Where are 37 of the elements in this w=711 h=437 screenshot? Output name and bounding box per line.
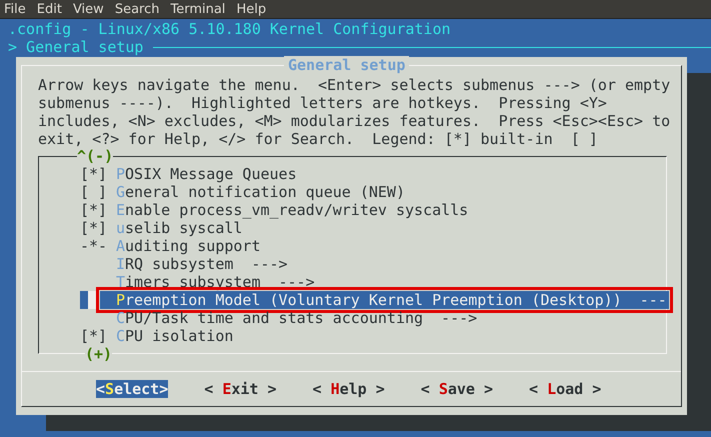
- scroll-up-indicator: ^(-): [77, 147, 114, 165]
- item-prefix: -*-: [80, 237, 108, 255]
- dialog-button[interactable]: < Load >: [529, 380, 602, 398]
- menu-entry[interactable]: CPU/Task time and stats accounting --->: [116, 309, 478, 327]
- menu-item[interactable]: Edit: [36, 2, 62, 16]
- menu-item[interactable]: Help: [236, 2, 266, 16]
- dialog-button[interactable]: < Save >: [420, 380, 493, 398]
- item-prefix: [*]: [80, 165, 108, 183]
- dialog-button[interactable]: <Select>: [96, 380, 168, 398]
- menu-entry[interactable]: POSIX Message Queues: [116, 165, 297, 183]
- menu-entry[interactable]: uselib syscall: [116, 219, 242, 237]
- menu-item[interactable]: File: [4, 2, 26, 16]
- dialog-title: General setup: [284, 56, 410, 74]
- item-prefix: [ ]: [80, 183, 108, 201]
- dialog-button[interactable]: < Exit >: [204, 380, 276, 398]
- menu-entry[interactable]: Enable process_vm_readv/writev syscalls: [116, 201, 468, 219]
- menu-item[interactable]: View: [72, 2, 104, 16]
- dialog-button[interactable]: < Help >: [312, 380, 385, 398]
- scroll-down-indicator: (+): [85, 345, 112, 363]
- menu-entry[interactable]: Preemption Model (Voluntary Kernel Preemption (Desktop)) ---: [100, 291, 669, 309]
- menu-entry[interactable]: Timers subsystem --->: [116, 273, 315, 291]
- menu-item[interactable]: Terminal: [170, 2, 226, 16]
- menu-entry[interactable]: General notification queue (NEW): [116, 183, 405, 201]
- menu-entry[interactable]: CPU isolation: [116, 327, 234, 345]
- menu-item[interactable]: Search: [114, 2, 160, 16]
- item-prefix: [*]: [80, 327, 108, 345]
- menu-entry[interactable]: Auditing support: [116, 237, 260, 255]
- breadcrumb: > General setup: [8, 38, 144, 56]
- help-text: includes, <N> excludes, <M> modularizes features. Press <Esc><Esc> to: [38, 112, 672, 130]
- window-title: .config - Linux/x86 5.10.180 Kernel Configuration: [8, 20, 451, 38]
- menu-entry[interactable]: IRQ subsystem --->: [116, 255, 288, 273]
- item-prefix: [*]: [80, 201, 108, 219]
- help-text: submenus ----). Highlighted letters are hotkeys. Pressing <Y>: [38, 94, 608, 112]
- help-text: Arrow keys navigate the menu. <Enter> selects submenus ---> (or empty: [38, 76, 672, 94]
- help-text: exit, <?> for Help, </> for Search. Legend: [*] built-in [ ]: [38, 130, 599, 148]
- item-prefix: [*]: [80, 219, 108, 237]
- cursor-block: [80, 291, 96, 309]
